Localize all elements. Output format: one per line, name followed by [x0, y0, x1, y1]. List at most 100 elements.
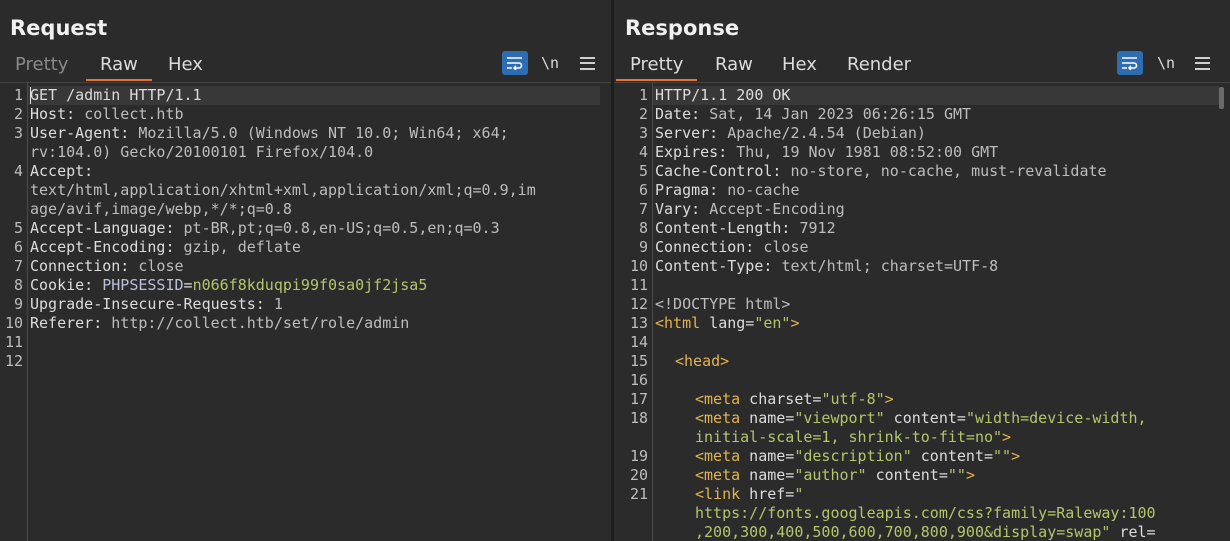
meta-tag: <meta: [695, 390, 741, 408]
response-line: Date: Sat, 14 Jan 2023 06:26:15 GMT: [655, 105, 971, 124]
response-line: <html lang="en">: [655, 314, 800, 333]
line-number: 9: [13, 295, 23, 313]
hamburger-icon: [1194, 56, 1210, 70]
response-line: <!DOCTYPE html>: [655, 295, 790, 314]
request-line: Referer: http://collect.htb/set/role/adm…: [30, 314, 409, 333]
response-tab-hex[interactable]: Hex: [782, 52, 817, 79]
response-newline-toggle[interactable]: \n: [1154, 51, 1178, 75]
request-tab-hex[interactable]: Hex: [168, 52, 203, 79]
line-number: 7: [13, 257, 23, 275]
header-value: close: [138, 257, 184, 275]
link-tag: <link: [695, 485, 741, 503]
line-number: 5: [638, 162, 648, 180]
line-number: 6: [638, 181, 648, 199]
response-title: Response: [625, 16, 740, 40]
request-line: Cookie: PHPSESSID=n066f8kduqpi99f0sa0jf2…: [30, 276, 427, 295]
header-key: Accept:: [30, 162, 94, 180]
header-key: Content-Length:: [655, 219, 800, 237]
header-key: Cache-Control:: [655, 162, 791, 180]
cookie-name: PHPSESSID: [102, 276, 184, 294]
header-value: Apache/2.4.54 (Debian): [727, 124, 926, 142]
line-number: 10: [4, 314, 23, 332]
header-value: gzip, deflate: [183, 238, 301, 256]
attr-value: "utf-8": [821, 390, 885, 408]
header-key: Pragma:: [655, 181, 728, 199]
line-number: 18: [629, 409, 648, 427]
header-value: Thu, 19 Nov 1981 08:52:00 GMT: [736, 143, 999, 161]
line-number: 10: [629, 257, 648, 275]
header-key: Cookie:: [30, 276, 103, 294]
header-value: 1: [273, 295, 283, 313]
line-number: 15: [629, 352, 648, 370]
header-key: Vary:: [655, 200, 710, 218]
word-wrap-icon: [507, 57, 523, 70]
header-value: text/html; charset=UTF-8: [781, 257, 999, 275]
header-value: text/html,application/xhtml+xml,applicat…: [30, 181, 536, 199]
request-line: Accept:: [30, 162, 93, 181]
response-tab-raw[interactable]: Raw: [715, 52, 753, 79]
cookie-equals: =: [183, 276, 193, 294]
header-value: no-cache: [727, 181, 800, 199]
line-number: 5: [13, 219, 23, 237]
header-key: Expires:: [655, 143, 737, 161]
request-line: GET /admin HTTP/1.1: [30, 86, 202, 105]
header-value: no-store, no-cache, must-revalidate: [790, 162, 1107, 180]
response-line: ,200,300,400,500,600,700,800,900&display…: [695, 523, 1156, 541]
attr-value: ": [794, 485, 804, 503]
header-key: Connection:: [30, 257, 139, 275]
request-line: Host: collect.htb: [30, 105, 184, 124]
request-menu-button[interactable]: [576, 51, 598, 75]
line-number: 8: [13, 276, 23, 294]
request-line: text/html,application/xhtml+xml,applicat…: [30, 181, 536, 200]
response-tab-pretty[interactable]: Pretty: [616, 52, 698, 81]
line-number: 20: [629, 466, 648, 484]
attr-name: lang=: [700, 314, 755, 332]
attr-name: content=: [866, 466, 948, 484]
request-line: Connection: close: [30, 257, 184, 276]
response-line: <meta name="author" content="">: [695, 466, 975, 485]
request-newline-toggle[interactable]: \n: [538, 51, 562, 75]
attr-value: https://fonts.googleapis.com/css?family=…: [695, 504, 1156, 522]
attr-value: "description": [794, 447, 912, 465]
line-number: 4: [13, 162, 23, 180]
attr-value: "viewport": [794, 409, 885, 427]
line-number: 19: [629, 447, 648, 465]
request-wrap-toggle[interactable]: [502, 51, 528, 75]
line-number: 11: [629, 276, 648, 294]
line-number: 2: [638, 105, 648, 123]
response-code: HTTP/1.1 200 OK Date: Sat, 14 Jan 2023 0…: [655, 83, 1156, 541]
attr-value: "author": [794, 466, 867, 484]
request-editor[interactable]: 1 2 3 4 5 6 7 8 9 10 11 12 GET /admin HT…: [0, 82, 611, 541]
attr-value: "": [993, 447, 1012, 465]
tag-close: >: [965, 466, 975, 484]
html-tag: <html: [655, 314, 701, 332]
attr-name: name=: [740, 409, 795, 427]
response-tab-render[interactable]: Render: [847, 52, 911, 79]
line-number: 1: [638, 86, 648, 104]
attr-name: rel=: [1110, 523, 1156, 541]
response-wrap-toggle[interactable]: [1117, 51, 1143, 75]
response-editor[interactable]: 1 2 3 4 5 6 7 8 9 10 11 12 13 14 15 16 1…: [614, 82, 1230, 541]
line-number: 8: [638, 219, 648, 237]
cookie-value: n066f8kduqpi99f0sa0jf2jsa5: [192, 276, 428, 294]
response-menu-button[interactable]: [1191, 51, 1213, 75]
header-value: Sat, 14 Jan 2023 06:26:15 GMT: [709, 105, 972, 123]
header-value: Mozilla/5.0 (Windows NT 10.0; Win64; x64…: [138, 124, 509, 142]
attr-name: content=: [911, 447, 994, 465]
attr-value: ,200,300,400,500,600,700,800,900&display…: [695, 523, 1111, 541]
response-scrollbar[interactable]: [1219, 87, 1224, 109]
line-number: 6: [13, 238, 23, 256]
doctype: <!DOCTYPE html>: [655, 295, 791, 313]
head-tag: <head>: [675, 352, 730, 370]
header-value: collect.htb: [84, 105, 184, 123]
request-title: Request: [10, 16, 108, 40]
header-key: Server:: [655, 124, 728, 142]
request-code: GET /admin HTTP/1.1 Host: collect.htb Us…: [30, 83, 536, 368]
header-value: pt-BR,pt;q=0.8,en-US;q=0.5,en;q=0.3: [183, 219, 500, 237]
response-line: <meta name="description" content="">: [695, 447, 1020, 466]
request-tab-raw[interactable]: Raw: [86, 52, 152, 81]
header-key: Referer:: [30, 314, 112, 332]
header-key: Accept-Language:: [30, 219, 184, 237]
tag-close: >: [884, 390, 894, 408]
request-tab-pretty[interactable]: Pretty: [15, 52, 68, 79]
